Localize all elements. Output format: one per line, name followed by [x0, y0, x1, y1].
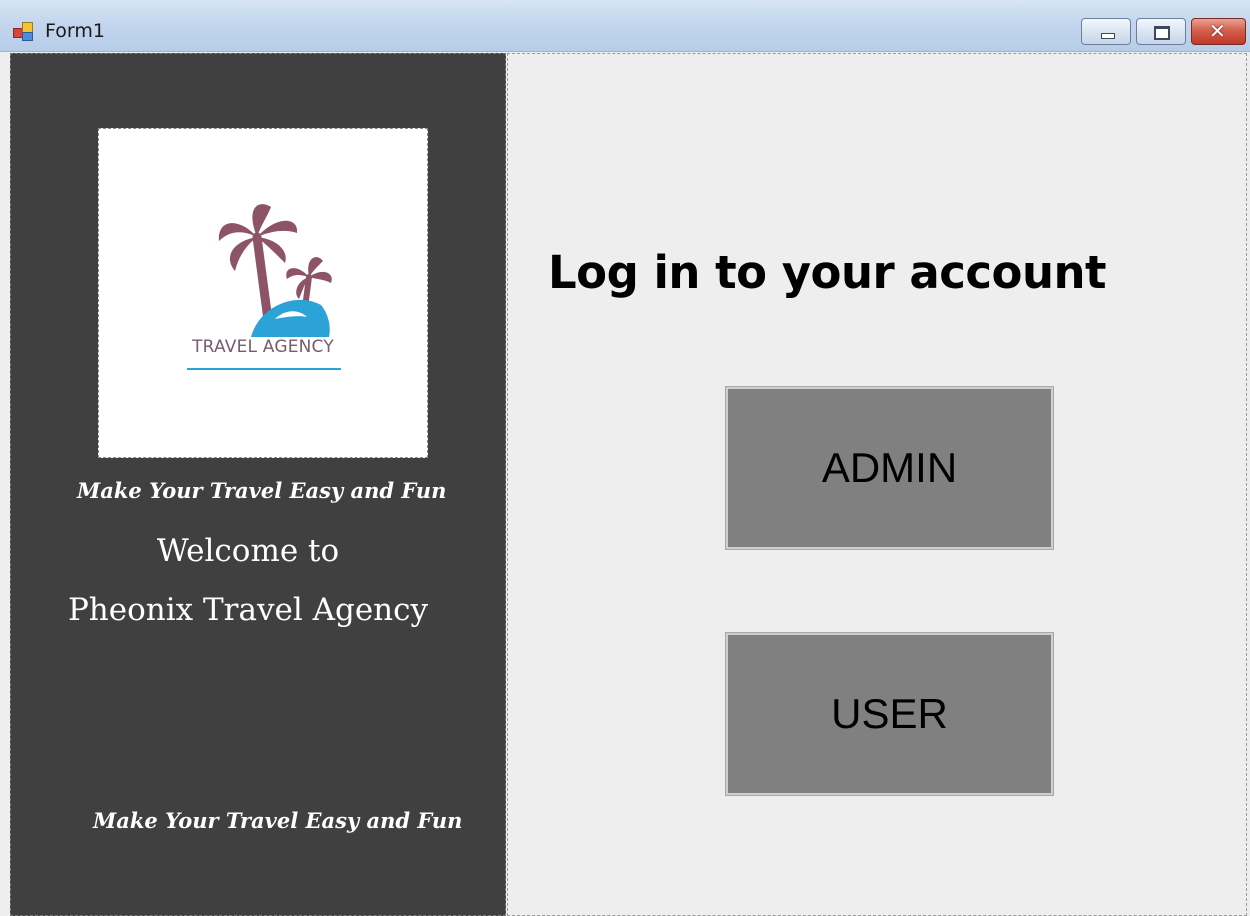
welcome-line-1: Welcome to [156, 533, 340, 569]
tagline-top: Make Your Travel Easy and Fun [77, 478, 447, 503]
logo-picture-box: TRAVEL AGENCY [98, 128, 428, 458]
branding-panel: TRAVEL AGENCY Make Your Travel Easy and … [10, 53, 506, 916]
minimize-icon [1101, 33, 1115, 39]
tagline-bottom: Make Your Travel Easy and Fun [93, 808, 463, 833]
window-border [0, 52, 10, 916]
minimize-button[interactable] [1081, 18, 1131, 45]
login-heading: Log in to your account [548, 246, 1107, 299]
login-panel: Log in to your account ADMIN USER [507, 53, 1247, 916]
user-button[interactable]: USER [725, 632, 1054, 796]
maximize-icon [1154, 26, 1170, 40]
title-bar[interactable]: Form1 ✕ [0, 0, 1250, 52]
admin-button[interactable]: ADMIN [725, 386, 1054, 550]
close-button[interactable]: ✕ [1191, 18, 1246, 45]
form1-window: Form1 ✕ TRAVEL AGENCY Make Your Travel E… [0, 0, 1250, 916]
palm-tree-logo-icon [187, 204, 341, 370]
close-icon: ✕ [1209, 19, 1226, 43]
logo-caption: TRAVEL AGENCY [192, 337, 334, 357]
window-title: Form1 [45, 20, 105, 42]
app-icon [13, 22, 35, 42]
maximize-button[interactable] [1136, 18, 1186, 45]
welcome-line-2: Pheonix Travel Agency [67, 592, 429, 628]
